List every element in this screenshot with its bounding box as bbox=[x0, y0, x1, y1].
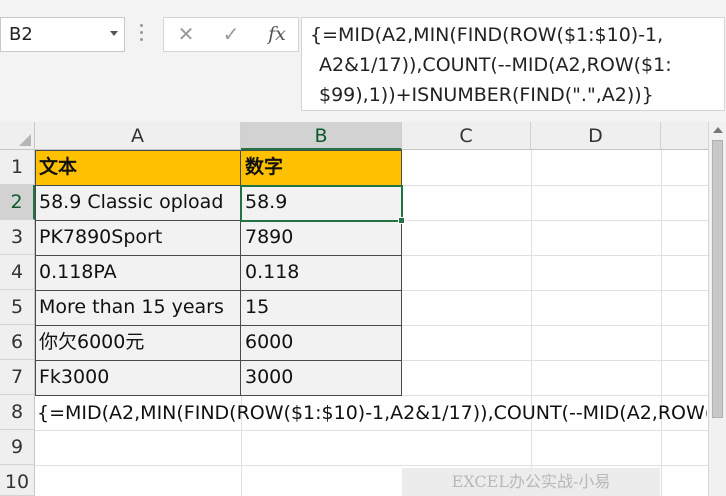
name-box[interactable]: B2 bbox=[0, 17, 125, 52]
gridline bbox=[661, 150, 662, 496]
column-header-e[interactable] bbox=[661, 122, 708, 150]
chevron-down-icon[interactable] bbox=[110, 31, 118, 36]
vertical-scrollbar[interactable] bbox=[708, 122, 726, 496]
cell-a5[interactable]: More than 15 years bbox=[35, 290, 241, 325]
cancel-icon[interactable]: ✕ bbox=[172, 18, 200, 51]
formula-line-1: {=MID(A2,MIN(FIND(ROW($1:$10)-1, bbox=[310, 24, 664, 46]
cell-b7[interactable]: 3000 bbox=[241, 360, 402, 395]
formula-bar-area: B2 ✕ ✓ fx {=MID(A2,MIN(FIND(ROW($1:$10)-… bbox=[0, 0, 726, 122]
cell-b3[interactable]: 7890 bbox=[241, 220, 402, 255]
insert-function-icon[interactable]: fx bbox=[260, 18, 294, 51]
table-border bbox=[35, 325, 402, 326]
scroll-up-icon[interactable] bbox=[713, 127, 723, 133]
formula-line-2: A2&1/17)),COUNT(--MID(A2,ROW($1: bbox=[319, 54, 672, 76]
scrollbar-thumb[interactable] bbox=[712, 140, 723, 418]
column-header-d[interactable]: D bbox=[531, 122, 661, 150]
gridline bbox=[531, 150, 532, 496]
row-header-1[interactable]: 1 bbox=[0, 150, 35, 185]
name-box-value: B2 bbox=[9, 24, 33, 45]
cell-b4[interactable]: 0.118 bbox=[241, 255, 402, 290]
enter-check-icon[interactable]: ✓ bbox=[216, 18, 246, 51]
row-header-3[interactable]: 3 bbox=[0, 220, 35, 255]
cell-a3[interactable]: PK7890Sport bbox=[35, 220, 241, 255]
row-header-10[interactable]: 10 bbox=[0, 465, 35, 496]
column-header-c[interactable]: C bbox=[402, 122, 531, 150]
formula-tools: ✕ ✓ fx bbox=[163, 17, 299, 52]
cell-a6[interactable]: 你欠6000元 bbox=[35, 325, 241, 360]
fill-handle[interactable] bbox=[398, 217, 405, 224]
table-border bbox=[35, 290, 402, 291]
watermark: EXCEL办公实战-小易 bbox=[402, 468, 660, 496]
table-border bbox=[35, 255, 402, 256]
column-header-a[interactable]: A bbox=[35, 122, 241, 150]
cell-b1[interactable]: 数字 bbox=[241, 150, 402, 185]
row-header-6[interactable]: 6 bbox=[0, 325, 35, 360]
cell-a8[interactable]: {=MID(A2,MIN(FIND(ROW($1:$10)-1,A2&1/17)… bbox=[37, 396, 707, 431]
cell-a1[interactable]: 文本 bbox=[35, 150, 241, 185]
column-header-b[interactable]: B bbox=[241, 122, 402, 150]
gridline bbox=[35, 465, 708, 466]
row-header-8[interactable]: 8 bbox=[0, 395, 35, 430]
cell-a2[interactable]: 58.9 Classic opload bbox=[35, 185, 241, 220]
row-header-4[interactable]: 4 bbox=[0, 255, 35, 290]
active-cell-selection[interactable] bbox=[240, 185, 403, 222]
select-all-corner[interactable] bbox=[0, 122, 35, 150]
formula-line-3: $99),1))+ISNUMBER(FIND(".",A2))} bbox=[319, 84, 654, 106]
row-header-9[interactable]: 9 bbox=[0, 430, 35, 465]
cell-b5[interactable]: 15 bbox=[241, 290, 402, 325]
cell-b6[interactable]: 6000 bbox=[241, 325, 402, 360]
cell-a7[interactable]: Fk3000 bbox=[35, 360, 241, 395]
drag-handle-icon[interactable] bbox=[140, 24, 144, 42]
cell-a4[interactable]: 0.118PA bbox=[35, 255, 241, 290]
row-header-5[interactable]: 5 bbox=[0, 290, 35, 325]
row-header-7[interactable]: 7 bbox=[0, 360, 35, 395]
formula-input[interactable]: {=MID(A2,MIN(FIND(ROW($1:$10)-1, A2&1/17… bbox=[301, 17, 725, 111]
row-header-2[interactable]: 2 bbox=[0, 185, 35, 220]
table-border bbox=[35, 150, 402, 151]
table-border bbox=[35, 360, 402, 361]
